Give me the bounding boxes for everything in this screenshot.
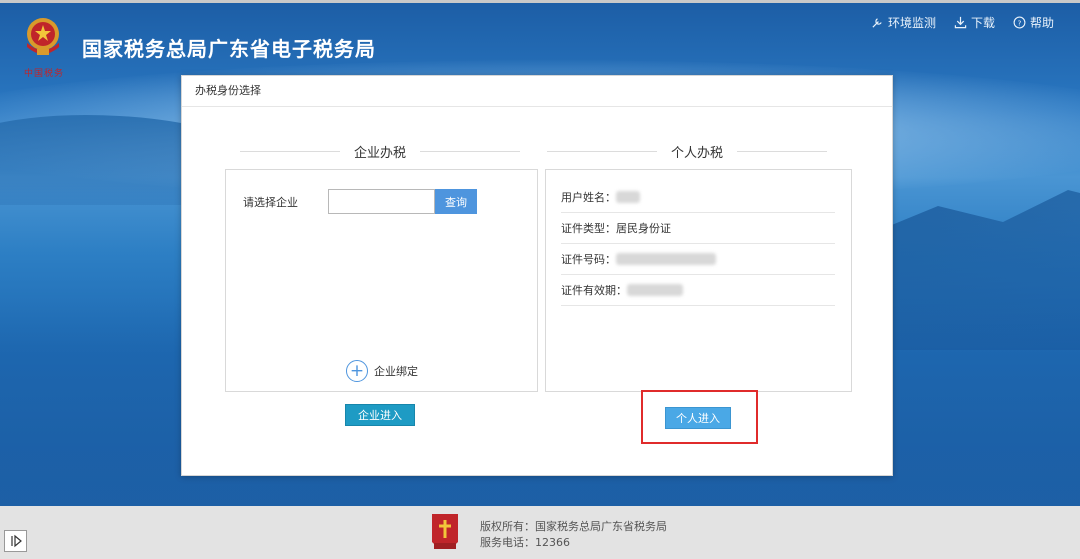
id-type-label: 证件类型： (561, 222, 616, 235)
id-type-row: 证件类型： 居民身份证 (561, 213, 835, 244)
company-section-heading: 企业办税 (240, 142, 521, 161)
id-validity-row: 证件有效期： (561, 275, 835, 306)
party-gov-badge-icon (432, 514, 458, 549)
user-name-row: 用户姓名： (561, 182, 835, 213)
company-bind-button[interactable]: + 企业绑定 (346, 360, 418, 382)
heading-divider (420, 151, 521, 152)
personal-panel: 用户姓名： 证件类型： 居民身份证 证件号码： 证件有效期： (545, 169, 852, 392)
service-phone-text: 服务电话：12366 (480, 536, 570, 549)
heading-divider (737, 151, 828, 152)
top-border (0, 0, 1080, 3)
id-number-value-redacted (616, 253, 716, 265)
copyright-text: 版权所有：国家税务总局广东省税务局 (480, 520, 667, 533)
id-type-value: 居民身份证 (616, 222, 671, 235)
id-validity-value-redacted (627, 284, 683, 296)
identity-select-dialog: 办税身份选择 企业办税 请选择企业 查询 + 企业绑定 个人办税 用户姓名： 证… (181, 75, 893, 476)
tool-icon (872, 18, 882, 28)
env-check-link[interactable]: 环境监测 (871, 14, 936, 31)
expand-arrow-icon (10, 534, 22, 548)
sidebar-toggle-button[interactable] (4, 530, 27, 552)
user-name-label: 用户姓名： (561, 191, 616, 204)
footer-info: 版权所有：国家税务总局广东省税务局 服务电话：12366 (480, 519, 667, 551)
help-link[interactable]: ? 帮助 (1013, 14, 1054, 31)
download-icon (954, 16, 967, 29)
top-links: 环境监测 下载 ? 帮助 (871, 14, 1054, 31)
id-number-label: 证件号码： (561, 253, 616, 266)
heading-divider (240, 151, 340, 152)
company-select-input[interactable] (328, 189, 435, 214)
env-check-label: 环境监测 (887, 16, 936, 30)
personal-enter-button[interactable]: 个人进入 (665, 407, 731, 429)
company-select-row: 请选择企业 查询 (243, 189, 477, 214)
company-section-title: 企业办税 (354, 146, 407, 161)
company-bind-label: 企业绑定 (374, 365, 418, 378)
user-name-value-redacted (616, 191, 640, 203)
personal-section-title: 个人办税 (671, 146, 724, 161)
plus-circle-icon: + (346, 360, 368, 382)
id-number-row: 证件号码： (561, 244, 835, 275)
site-title: 国家税务总局广东省电子税务局 (82, 37, 376, 61)
download-label: 下载 (970, 16, 995, 30)
company-select-label: 请选择企业 (243, 195, 298, 209)
svg-text:?: ? (1018, 18, 1022, 27)
help-label: 帮助 (1029, 16, 1054, 30)
tax-emblem-icon (27, 18, 59, 55)
company-panel: 请选择企业 查询 + 企业绑定 (225, 169, 538, 392)
id-validity-label: 证件有效期： (561, 284, 627, 297)
footer: 版权所有：国家税务总局广东省税务局 服务电话：12366 (0, 506, 1080, 559)
help-icon: ? (1013, 16, 1026, 29)
download-link[interactable]: 下载 (954, 14, 995, 31)
dialog-title: 办税身份选择 (182, 76, 892, 107)
heading-divider (547, 151, 657, 152)
logo-caption: 中国税务 (24, 69, 65, 79)
personal-section-heading: 个人办税 (547, 142, 828, 161)
query-button[interactable]: 查询 (435, 189, 477, 214)
company-enter-button[interactable]: 企业进入 (345, 404, 415, 426)
